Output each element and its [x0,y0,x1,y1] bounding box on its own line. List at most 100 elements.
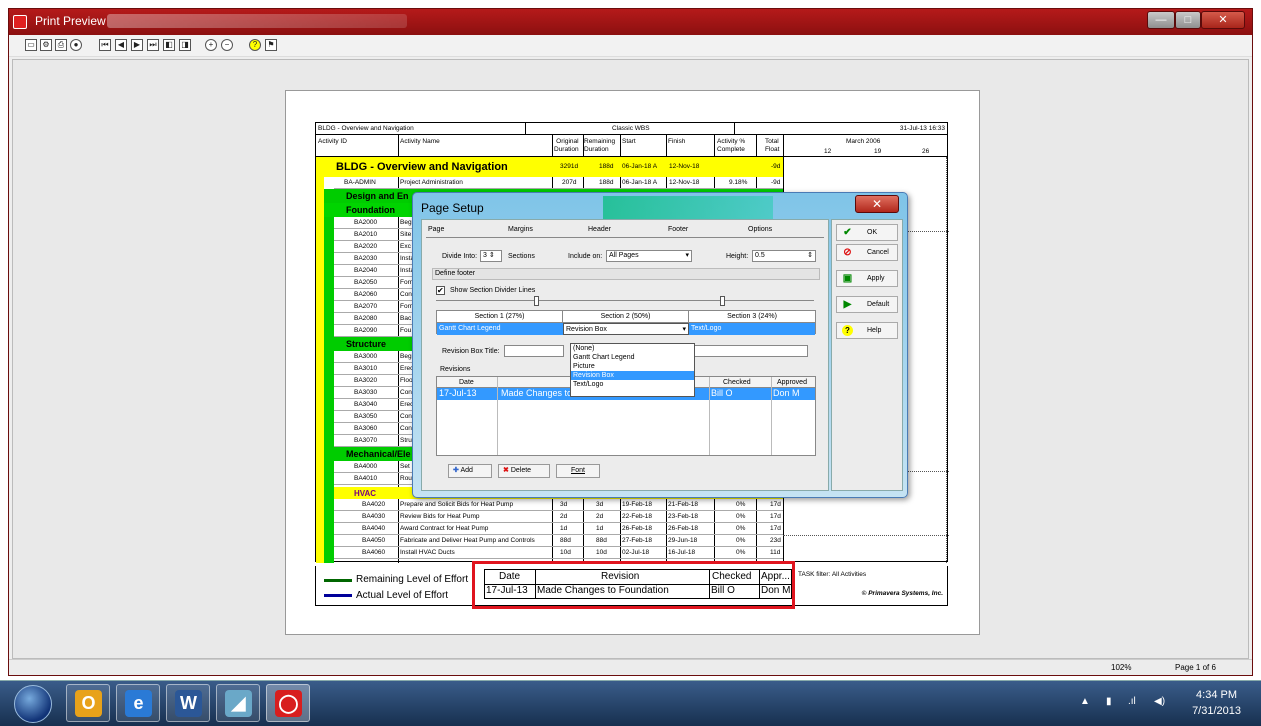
help-button[interactable]: ? Help [836,322,898,339]
default-label: Default [867,301,890,308]
next-page-icon[interactable]: ▶ [131,39,143,51]
tab-footer[interactable]: Footer [668,226,688,233]
cell-r: 10d [596,549,607,556]
dropdown-revision-box[interactable]: Revision Box [571,371,694,380]
col-week-1: 12 [824,148,832,155]
dialog-close-button[interactable]: ✕ [855,195,899,213]
delete-button[interactable]: ✖ Delete [498,464,550,478]
section-1-value[interactable]: Gantt Chart Legend [437,323,563,335]
report-header-center: Classic WBS [612,125,650,132]
divider-handle-1[interactable] [534,296,539,306]
volume-icon[interactable]: ◀) [1154,696,1165,707]
footer-copyright: © Primavera Systems, Inc. [861,590,943,597]
col-week-3: 26 [922,148,930,155]
cell-n: Install HVAC Ducts [400,549,455,556]
dropdown-none[interactable]: (None) [571,344,694,353]
dropdown-gantt-legend[interactable]: Gantt Chart Legend [571,353,694,362]
clock-date: 7/31/2013 [1192,705,1241,717]
first-icon[interactable]: ◧ [163,39,175,51]
tray-arrow-icon[interactable]: ▲ [1080,696,1090,707]
col-remaining-2: Duration [584,146,609,153]
font-button[interactable]: Font [556,464,600,478]
divide-stepper[interactable]: 3 ⇕ [480,250,502,262]
grid-h-date: Date [459,379,474,386]
taskbar-primavera[interactable]: ◯ [266,684,310,722]
section-1-header: Section 1 (27%) [437,311,563,323]
show-lines-checkbox[interactable]: ✔ [436,286,445,295]
cell-n: Exc [400,243,411,250]
last-icon[interactable]: ◨ [179,39,191,51]
dropdown-text-logo[interactable]: Text/Logo [571,380,694,389]
include-select[interactable]: All Pages ▾ [606,250,692,262]
define-footer-label: Define footer [435,270,476,277]
rev-title-input[interactable] [504,345,564,357]
section-2-select[interactable]: Revision Box ▾ [563,323,689,335]
zoom-out-icon[interactable]: − [221,39,233,51]
cell-id: BA2010 [354,231,378,238]
help-label: Help [867,327,882,334]
dropdown-picture[interactable]: Picture [571,362,694,371]
cell-o: 1d [560,525,568,532]
cell-t: 17d [770,513,781,520]
cell-id: BA3010 [354,365,378,372]
title-bar: Print Preview — □ ✕ [9,9,1252,35]
cell-id: BA3040 [354,401,378,408]
close-button[interactable]: ✕ [1201,11,1245,29]
signal-icon[interactable]: .ıl [1128,696,1136,707]
help-icon[interactable]: ? [249,39,261,51]
cell-s: 22-Feb-18 [622,513,652,520]
taskbar-word[interactable]: W [166,684,210,722]
tab-header[interactable]: Header [588,226,611,233]
default-button[interactable]: ▶ Default [836,296,898,313]
tab-options[interactable]: Options [748,226,772,233]
print-icon[interactable]: ⎙ [55,39,67,51]
height-stepper[interactable]: 0.5 ⇕ [752,250,816,262]
cancel-button[interactable]: ⊘ Cancel [836,244,898,261]
status-bar: 102% Page 1 of 6 [9,659,1252,675]
revisions-label: Revisions [440,366,471,373]
prev-page-icon[interactable]: ◀ [115,39,127,51]
footer-filter: TASK filter: All Activities [798,571,867,578]
add-button[interactable]: ✚ Add [448,464,492,478]
admin-name: Project Administration [400,179,463,186]
divider-handle-2[interactable] [720,296,725,306]
taskbar-ie[interactable]: e [116,684,160,722]
minimize-button[interactable]: — [1147,11,1175,29]
page-setup-icon[interactable]: ▭ [25,39,37,51]
delete-icon: ✖ [503,467,509,474]
cell-id: BA3060 [354,425,378,432]
maximize-button[interactable]: □ [1175,11,1201,29]
cell-o: 88d [560,537,571,544]
cell-n: Con [400,389,412,396]
zoom-in-icon[interactable]: + [205,39,217,51]
clock[interactable]: 4:34 PM 7/31/2013 [1192,687,1241,719]
ok-button[interactable]: ✔ OK [836,224,898,241]
tab-page[interactable]: Page [428,226,444,233]
cell-n: Award Contract for Heat Pump [400,525,489,532]
settings-icon[interactable]: ⚑ [265,39,277,51]
publish-icon[interactable]: ● [70,39,82,51]
highlight-box [472,561,795,609]
design-label: Design and En [346,191,409,201]
cell-n: Floo [400,377,413,384]
add-label: Add [460,467,473,474]
cell-n: Rou [400,475,412,482]
taskbar-app[interactable]: ◢ [216,684,260,722]
rev-title-input-2[interactable] [688,345,808,357]
taskbar-outlook[interactable]: O [66,684,110,722]
admin-finish: 12-Nov-18 [669,179,700,186]
grid-h-checked: Checked [723,379,751,386]
print-options-icon[interactable]: ⚙ [40,39,52,51]
start-button[interactable] [14,685,52,723]
first-page-icon[interactable]: ⏮ [99,39,111,51]
tab-margins[interactable]: Margins [508,226,533,233]
chevron-down-icon: ▾ [685,252,689,259]
battery-icon[interactable]: ▮ [1106,696,1112,707]
include-label: Include on: [568,253,603,260]
admin-pct: 9.18% [729,179,748,186]
cell-n: Set [400,463,410,470]
apply-button[interactable]: ▣ Apply [836,270,898,287]
last-page-icon[interactable]: ⏭ [147,39,159,51]
section-3-value[interactable]: Text/Logo [689,323,815,335]
cell-n: Bac [400,315,412,322]
